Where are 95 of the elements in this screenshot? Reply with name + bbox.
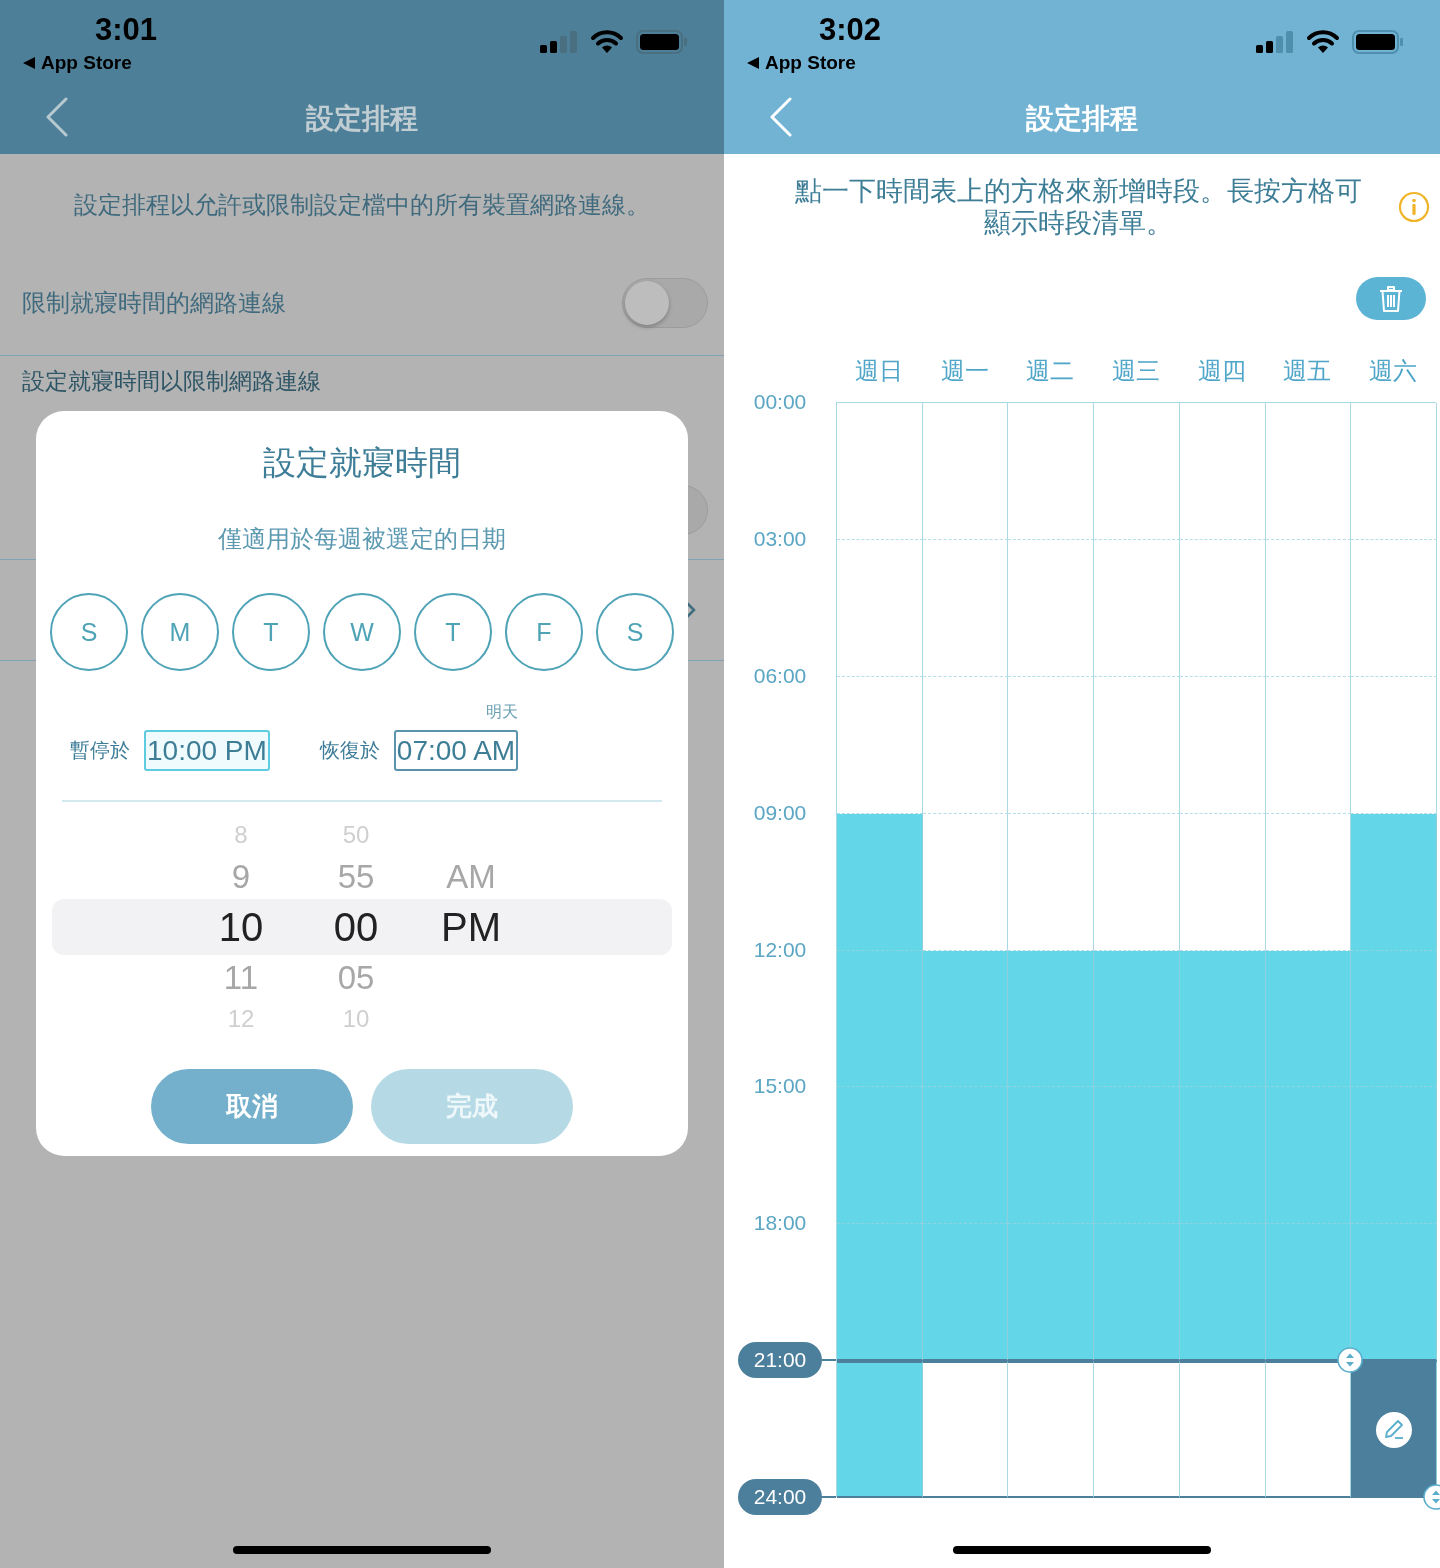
- screen-title: 設定排程: [1026, 102, 1138, 136]
- schedule-cell[interactable]: [837, 1224, 923, 1362]
- day-toggle[interactable]: T: [232, 593, 310, 671]
- picker-value[interactable]: PM: [426, 899, 516, 955]
- schedule-cell[interactable]: [922, 1087, 1009, 1225]
- time-axis-label: 18:00: [752, 1210, 808, 1237]
- trash-icon: [1379, 285, 1403, 312]
- day-column-label: 週六: [1368, 356, 1419, 386]
- schedule-cell[interactable]: [837, 1087, 923, 1225]
- schedule-cell[interactable]: [1094, 1087, 1180, 1225]
- day-toggle[interactable]: M: [141, 593, 219, 671]
- edit-icon[interactable]: [1374, 1410, 1413, 1449]
- schedule-cell[interactable]: [1265, 1361, 1352, 1498]
- schedule-cell[interactable]: [1265, 950, 1352, 1088]
- schedule-cell[interactable]: [1179, 950, 1266, 1088]
- schedule-cell[interactable]: [922, 1224, 1009, 1362]
- schedule-grid[interactable]: [836, 402, 1436, 1497]
- picker-value[interactable]: AM: [426, 855, 516, 899]
- time-axis-label: 00:00: [752, 389, 808, 415]
- day-column-label: 週五: [1282, 356, 1333, 386]
- day-column-label: 週日: [853, 356, 904, 386]
- schedule-cell[interactable]: [1351, 1224, 1437, 1362]
- day-toggle[interactable]: S: [596, 593, 674, 671]
- resize-handle[interactable]: [1337, 1347, 1364, 1374]
- picker-value[interactable]: 11: [196, 955, 286, 1001]
- day-toggle[interactable]: T: [414, 593, 492, 671]
- back-app-link[interactable]: App Store: [765, 51, 856, 75]
- signal-icon: [1256, 31, 1294, 53]
- schedule-cell[interactable]: [1265, 1087, 1352, 1225]
- picker-value[interactable]: 9: [196, 855, 286, 899]
- picker-value[interactable]: 05: [311, 955, 401, 1001]
- schedule-cell[interactable]: [922, 1361, 1009, 1498]
- schedule-cell[interactable]: [1351, 813, 1437, 951]
- signal-icon: [540, 31, 578, 53]
- schedule-cell[interactable]: [1008, 1361, 1095, 1498]
- time-axis-label: 24:00: [738, 1479, 822, 1515]
- day-toggle[interactable]: F: [505, 593, 583, 671]
- picker-value[interactable]: 00: [311, 899, 401, 955]
- cancel-button[interactable]: 取消: [151, 1069, 353, 1144]
- schedule-cell[interactable]: [837, 950, 923, 1088]
- setting-label: 限制就寢時間的網路連線: [22, 287, 286, 318]
- schedule-cell[interactable]: [1265, 1224, 1352, 1362]
- schedule-cell[interactable]: [1008, 950, 1095, 1088]
- schedule-cell[interactable]: [1179, 1361, 1266, 1498]
- info-icon[interactable]: [1398, 191, 1430, 223]
- back-triangle-icon[interactable]: [22, 56, 36, 70]
- screen-title: 設定排程: [306, 102, 418, 136]
- back-app-link[interactable]: App Store: [41, 51, 132, 75]
- schedule-cell[interactable]: [922, 950, 1009, 1088]
- toggle-switch[interactable]: [622, 277, 708, 328]
- time-axis-label: 09:00: [752, 799, 808, 826]
- hint-text: 點一下時間表上的方格來新增時段。長按方格可顯示時段清單。: [793, 175, 1363, 239]
- time-axis-label: 12:00: [752, 936, 808, 963]
- schedule-cell[interactable]: [1351, 950, 1437, 1088]
- back-triangle-icon[interactable]: [746, 56, 760, 70]
- wifi-icon: [1306, 30, 1340, 54]
- day-toggle[interactable]: W: [323, 593, 401, 671]
- description-text: 設定排程以允許或限制設定檔中的所有裝置網路連線。: [73, 190, 651, 220]
- day-column-label: 週一: [939, 356, 990, 386]
- time-axis-label: 03:00: [752, 525, 808, 552]
- day-column-label: 週二: [1025, 356, 1076, 386]
- battery-icon: [636, 30, 688, 54]
- schedule-cell[interactable]: [1179, 1087, 1266, 1225]
- wifi-icon: [590, 30, 624, 54]
- clock-time: 3:02: [819, 12, 882, 48]
- picker-value[interactable]: 10: [196, 899, 286, 955]
- back-icon[interactable]: [45, 97, 69, 137]
- time-field[interactable]: 07:00 AM: [393, 730, 519, 771]
- picker-value[interactable]: 55: [311, 855, 401, 899]
- clock-time: 3:01: [95, 12, 158, 48]
- schedule-cell[interactable]: [1008, 1224, 1095, 1362]
- schedule-cell[interactable]: [1351, 1361, 1437, 1498]
- schedule-cell[interactable]: [1008, 1087, 1095, 1225]
- schedule-cell[interactable]: [1094, 950, 1180, 1088]
- time-label: 暫停於: [70, 738, 130, 763]
- schedule-cell[interactable]: [1351, 1087, 1437, 1225]
- section-label: 設定就寢時間以限制網路連線: [22, 368, 321, 394]
- dialog-title: 設定就寢時間: [262, 445, 462, 481]
- schedule-cell[interactable]: [837, 813, 923, 951]
- time-field[interactable]: 10:00 PM: [144, 730, 270, 771]
- day-column-label: 週三: [1110, 356, 1161, 386]
- schedule-cell[interactable]: [837, 1361, 923, 1498]
- dialog-subtitle: 僅適用於每週被選定的日期: [217, 524, 507, 554]
- day-toggle[interactable]: S: [50, 593, 128, 671]
- delete-button[interactable]: [1356, 277, 1426, 320]
- battery-icon: [1352, 30, 1404, 54]
- day-note: 明天: [486, 702, 519, 722]
- day-column-label: 週四: [1196, 356, 1247, 386]
- schedule-cell[interactable]: [1179, 1224, 1266, 1362]
- time-axis-label: 21:00: [738, 1342, 822, 1379]
- time-axis-label: 06:00: [752, 662, 808, 689]
- schedule-cell[interactable]: [1094, 1361, 1180, 1498]
- time-axis-label: 15:00: [752, 1073, 808, 1100]
- time-label: 恢復於: [319, 738, 380, 763]
- schedule-cell[interactable]: [1094, 1224, 1180, 1362]
